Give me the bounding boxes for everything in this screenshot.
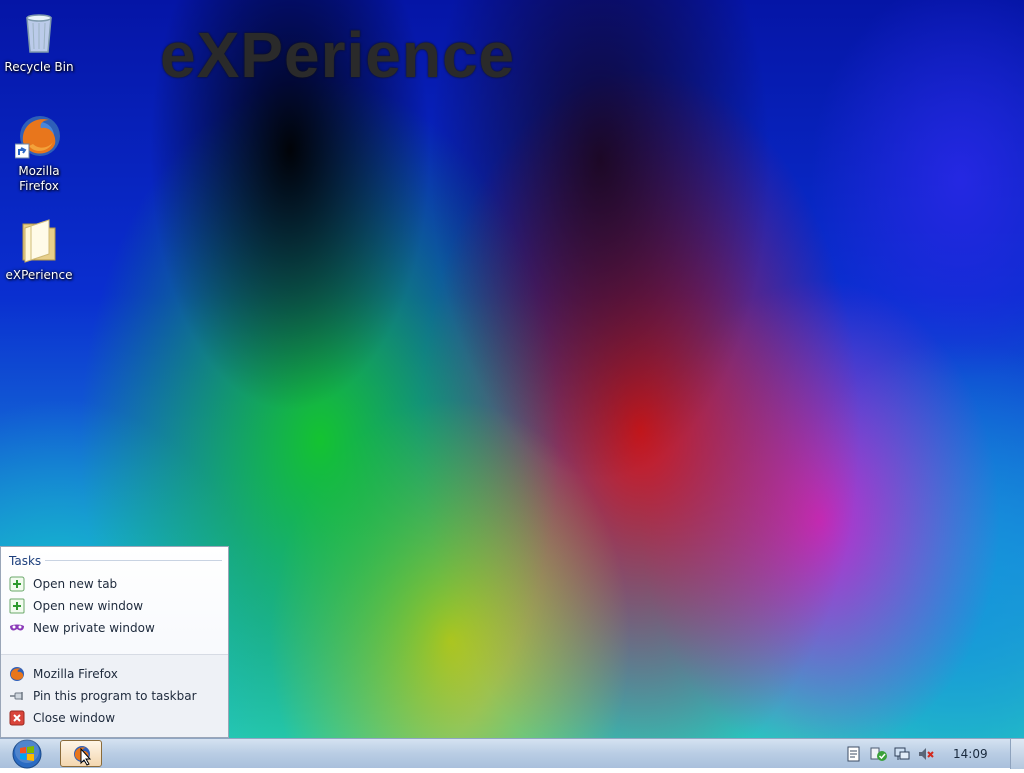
jumplist-header-divider — [45, 560, 222, 561]
desktop-icon-label: Mozilla Firefox — [18, 164, 60, 193]
mask-icon — [9, 620, 25, 636]
security-icon[interactable] — [870, 746, 887, 762]
plus-icon — [9, 576, 25, 592]
start-button[interactable] — [8, 739, 46, 769]
taskbar-clock[interactable]: 14:09 — [953, 747, 988, 761]
jumplist-item-label: Open new tab — [33, 577, 118, 591]
jumplist-tasks-header: Tasks — [9, 554, 42, 568]
jumplist-new-private-window[interactable]: New private window — [9, 618, 219, 638]
close-icon — [9, 710, 25, 726]
desktop-icon-recycle-bin[interactable]: Recycle Bin — [1, 8, 77, 75]
firefox-icon — [9, 666, 25, 682]
jumplist-item-label: Close window — [33, 711, 116, 725]
desktop-icon-firefox[interactable]: Mozilla Firefox — [1, 112, 77, 194]
desktop-icon-label: eXPerience — [5, 268, 73, 282]
folder-icon — [15, 216, 63, 264]
jumplist-open-new-tab[interactable]: Open new tab — [9, 574, 219, 594]
wallpaper-title: eXPerience — [160, 19, 516, 91]
plus-icon — [9, 598, 25, 614]
firefox-icon — [14, 112, 63, 160]
taskbar: 14:09 — [0, 738, 1024, 769]
jumplist-mozilla-firefox[interactable]: Mozilla Firefox — [9, 664, 219, 684]
jumplist-open-new-window[interactable]: Open new window — [9, 596, 219, 616]
desktop-icon-label: Recycle Bin — [4, 60, 74, 74]
jumplist-pin-to-taskbar[interactable]: Pin this program to taskbar — [9, 686, 219, 706]
action-center-icon[interactable] — [846, 746, 862, 762]
recycle-bin-icon — [15, 8, 63, 56]
jumplist-item-label: Pin this program to taskbar — [33, 689, 197, 703]
firefox-jumplist: Tasks Open new tab Open new window New p… — [0, 546, 229, 738]
jumplist-item-label: Mozilla Firefox — [33, 667, 118, 681]
network-icon[interactable] — [894, 746, 910, 762]
show-desktop-button[interactable] — [1010, 739, 1024, 769]
pin-icon — [9, 688, 25, 704]
desktop-icon-experience-folder[interactable]: eXPerience — [1, 216, 77, 283]
jumplist-item-label: Open new window — [33, 599, 144, 613]
mouse-cursor-icon — [80, 747, 92, 770]
jumplist-item-label: New private window — [33, 621, 155, 635]
volume-muted-icon[interactable] — [918, 746, 934, 762]
taskbar-firefox-button[interactable] — [60, 740, 102, 767]
jumplist-close-window[interactable]: Close window — [9, 708, 219, 728]
